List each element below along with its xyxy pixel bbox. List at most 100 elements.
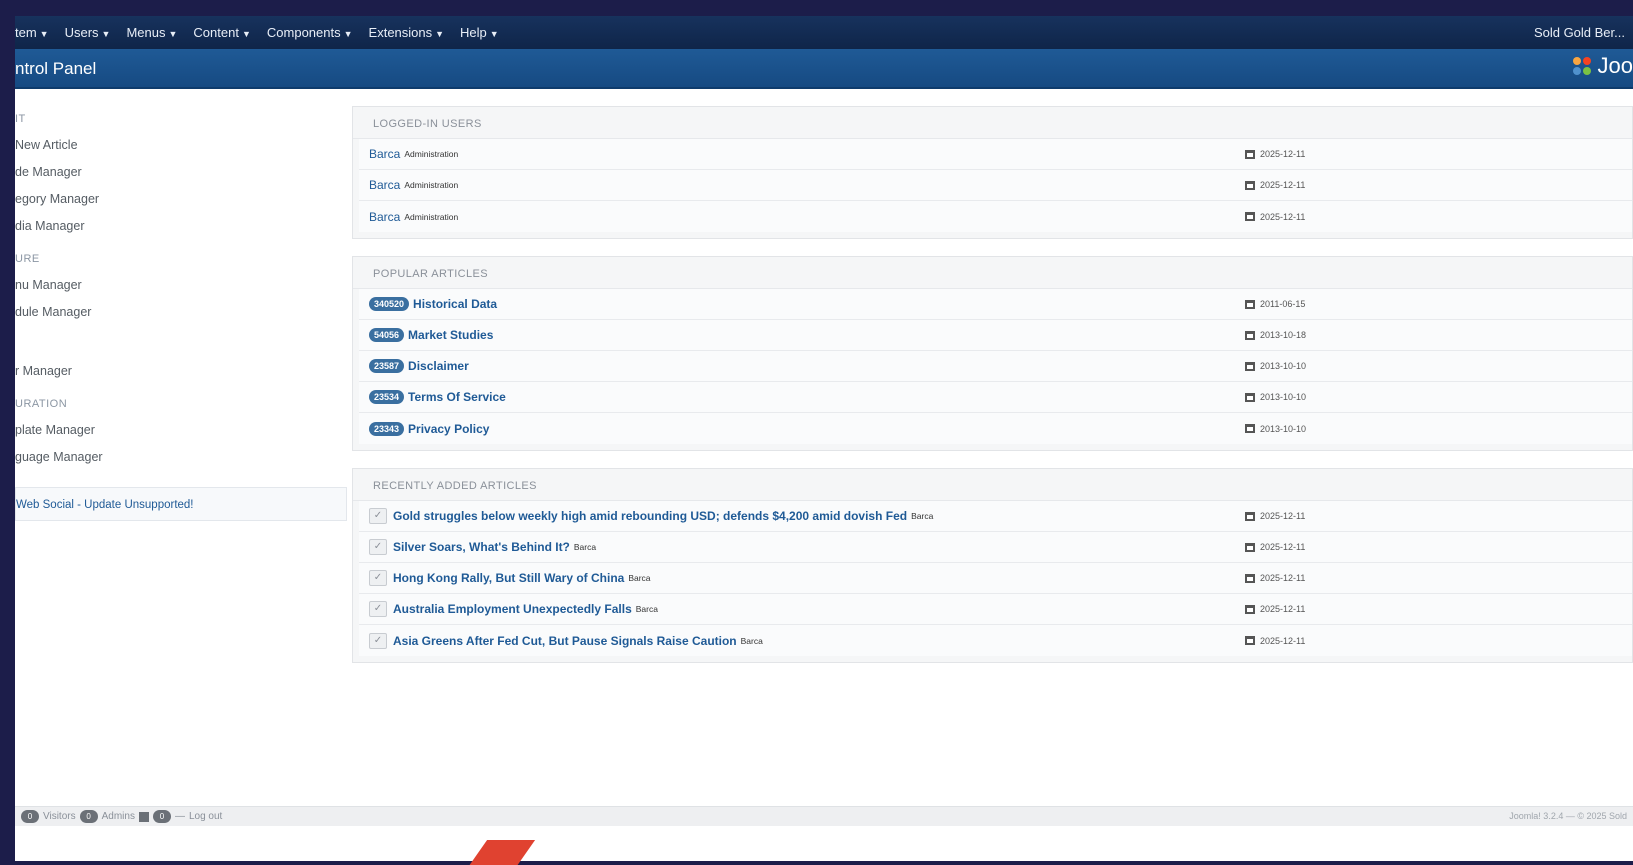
article-link[interactable]: Disclaimer — [408, 359, 469, 373]
chevron-down-icon: ▼ — [39, 29, 49, 39]
published-check-icon[interactable]: ✓ — [369, 601, 387, 617]
user-menu[interactable]: Sold Gold Ber... — [1534, 25, 1625, 40]
user-link[interactable]: Barca — [369, 210, 400, 224]
calendar-icon — [1245, 330, 1255, 340]
menu-users[interactable]: Users ▼ — [65, 25, 111, 40]
article-link[interactable]: Historical Data — [413, 297, 497, 311]
row-date: 2013-10-18 — [1260, 330, 1307, 340]
menu-menus-label[interactable]: Menus — [126, 25, 165, 40]
menu-system-label[interactable]: tem — [15, 25, 37, 40]
logout-dash: — — [174, 811, 185, 822]
brand-logo[interactable]: Joo — [1570, 53, 1633, 79]
hits-badge: 23534 — [369, 390, 405, 404]
update-alert[interactable]: Web Social - Update Unsupported! — [15, 487, 347, 521]
admins-label: Admins — [101, 811, 135, 822]
hits-badge: 340520 — [369, 297, 410, 311]
published-check-icon[interactable]: ✓ — [369, 570, 387, 586]
copyright: Joomla! 3.2.4 — © 2025 Sold — [1509, 811, 1627, 821]
user-link[interactable]: Barca — [369, 147, 400, 161]
chevron-down-icon: ▼ — [343, 29, 353, 39]
calendar-icon — [1245, 424, 1255, 433]
menu-users-label[interactable]: Users — [65, 25, 99, 40]
menu-components[interactable]: Components ▼ — [267, 25, 353, 40]
sidebar-item-user-manager[interactable]: r Manager — [15, 358, 345, 385]
main-menu: tem ▼ Users ▼ Menus ▼ Content ▼ Components ▼ … — [15, 25, 515, 40]
calendar-icon — [1245, 573, 1255, 583]
chevron-down-icon: ▼ — [489, 29, 499, 39]
user-role: Administration — [404, 180, 459, 190]
sidebar-item-new-article[interactable]: New Article — [15, 132, 345, 159]
sidebar-item-category-manager[interactable]: egory Manager — [15, 186, 345, 213]
sidebar-item-language-manager[interactable]: guage Manager — [15, 444, 345, 471]
article-link[interactable]: Privacy Policy — [408, 422, 489, 436]
status-bar: 0 Visitors 0 Admins 0 — Log out Joomla! … — [15, 806, 1633, 826]
article-link[interactable]: Market Studies — [408, 328, 493, 342]
published-check-icon[interactable]: ✓ — [369, 632, 387, 649]
menu-help-label[interactable]: Help — [460, 25, 487, 40]
table-row: ✓ Silver Soars, What's Behind It? Barca 20… — [359, 532, 1632, 563]
sidebar-item-article-manager[interactable]: de Manager — [15, 159, 345, 186]
menu-help[interactable]: Help ▼ — [460, 25, 499, 40]
menu-content-label[interactable]: Content — [193, 25, 239, 40]
article-link[interactable]: Asia Greens After Fed Cut, But Pause Sig… — [393, 634, 737, 648]
logout-link[interactable]: Log out — [189, 811, 222, 822]
table-row: 23343 Privacy Policy 2013-10-10 — [359, 413, 1632, 444]
chevron-down-icon: ▼ — [241, 29, 251, 39]
panel-heading: POPULAR ARTICLES — [353, 259, 1632, 289]
row-date: 2013-10-10 — [1260, 361, 1307, 371]
panel-heading: LOGGED-IN USERS — [353, 109, 1632, 139]
row-date: 2025-12-11 — [1260, 211, 1306, 222]
joomla-logo-icon — [1572, 57, 1591, 75]
visitors-count: 0 — [21, 810, 39, 823]
menu-extensions[interactable]: Extensions ▼ — [369, 25, 445, 40]
article-link[interactable]: Terms Of Service — [408, 390, 506, 404]
calendar-icon — [1245, 299, 1255, 309]
page-title: ntrol Panel — [15, 59, 97, 78]
menu-menus[interactable]: Menus ▼ — [126, 25, 177, 40]
sidebar-item-menu-manager[interactable]: nu Manager — [15, 272, 345, 299]
chevron-down-icon: ▼ — [168, 29, 178, 39]
panel-heading: RECENTLY ADDED ARTICLES — [353, 471, 1632, 501]
hits-badge: 23343 — [369, 421, 405, 436]
sidebar-item-media-manager[interactable]: dia Manager — [15, 213, 345, 240]
article-author: Barca — [573, 542, 597, 552]
calendar-icon — [1245, 149, 1255, 159]
row-date: 2011-06-15 — [1260, 299, 1306, 309]
visitors-label: Visitors — [43, 811, 76, 822]
article-link[interactable]: Australia Employment Unexpectedly Falls — [393, 602, 632, 616]
chevron-down-icon: ▼ — [435, 29, 445, 39]
row-date: 2025-12-11 — [1260, 149, 1306, 159]
sidebar-heading-users — [15, 332, 345, 358]
menu-extensions-label[interactable]: Extensions — [369, 25, 433, 40]
table-row: Barca Administration 2025-12-11 — [359, 139, 1632, 170]
messages-icon — [138, 811, 149, 822]
calendar-icon — [1245, 511, 1255, 521]
table-row: 340520 Historical Data 2011-06-15 — [359, 289, 1632, 320]
menu-system[interactable]: tem ▼ — [15, 25, 49, 40]
sidebar-heading-content: IT — [15, 113, 26, 125]
article-link[interactable]: Gold struggles below weekly high amid re… — [393, 509, 907, 523]
menu-components-label[interactable]: Components — [267, 25, 341, 40]
user-role: Administration — [404, 149, 459, 159]
article-author: Barca — [911, 511, 934, 521]
user-role: Administration — [404, 211, 459, 222]
calendar-icon — [1245, 212, 1255, 221]
row-date: 2025-12-11 — [1260, 604, 1306, 614]
user-link[interactable]: Barca — [369, 178, 400, 192]
published-check-icon[interactable]: ✓ — [369, 508, 387, 524]
hits-badge: 23587 — [369, 359, 405, 373]
table-row: Barca Administration 2025-12-11 — [359, 170, 1632, 201]
status-left: 0 Visitors 0 Admins 0 — Log out — [21, 810, 222, 823]
article-link[interactable]: Silver Soars, What's Behind It? — [393, 540, 570, 554]
table-row: 54056 Market Studies 2013-10-18 — [359, 320, 1632, 351]
article-link[interactable]: Hong Kong Rally, But Still Wary of China — [393, 571, 624, 585]
menu-content[interactable]: Content ▼ — [193, 25, 250, 40]
sidebar-item-module-manager[interactable]: dule Manager — [15, 299, 345, 326]
calendar-icon — [1245, 542, 1255, 552]
table-row: ✓ Gold struggles below weekly high amid r… — [359, 501, 1632, 532]
published-check-icon[interactable]: ✓ — [369, 539, 387, 555]
sidebar: IT New Article de Manager egory Manager … — [15, 106, 347, 521]
calendar-icon — [1245, 636, 1255, 645]
sidebar-item-template-manager[interactable]: plate Manager — [15, 417, 345, 444]
row-date: 2025-12-11 — [1260, 635, 1306, 646]
